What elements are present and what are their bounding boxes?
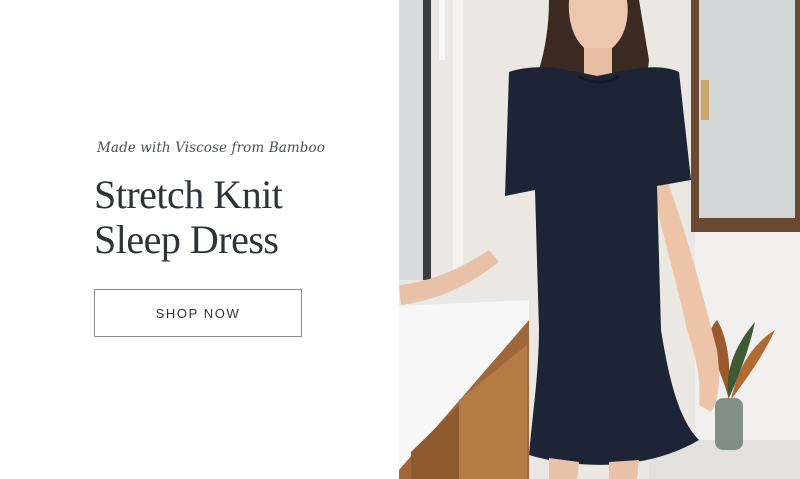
model-photo-illustration xyxy=(399,0,800,479)
hero-subtitle: Made with Viscose from Bamboo xyxy=(97,140,325,156)
headline-line-1: Stretch Knit xyxy=(94,172,283,217)
product-photo[interactable] xyxy=(399,0,800,479)
hero-headline: Stretch Knit Sleep Dress xyxy=(94,172,283,262)
headline-line-2: Sleep Dress xyxy=(94,217,279,262)
hero-text-panel: Made with Viscose from Bamboo Stretch Kn… xyxy=(0,0,399,479)
shop-now-button[interactable]: SHOP NOW xyxy=(94,289,302,337)
hero-banner: Made with Viscose from Bamboo Stretch Kn… xyxy=(0,0,800,479)
